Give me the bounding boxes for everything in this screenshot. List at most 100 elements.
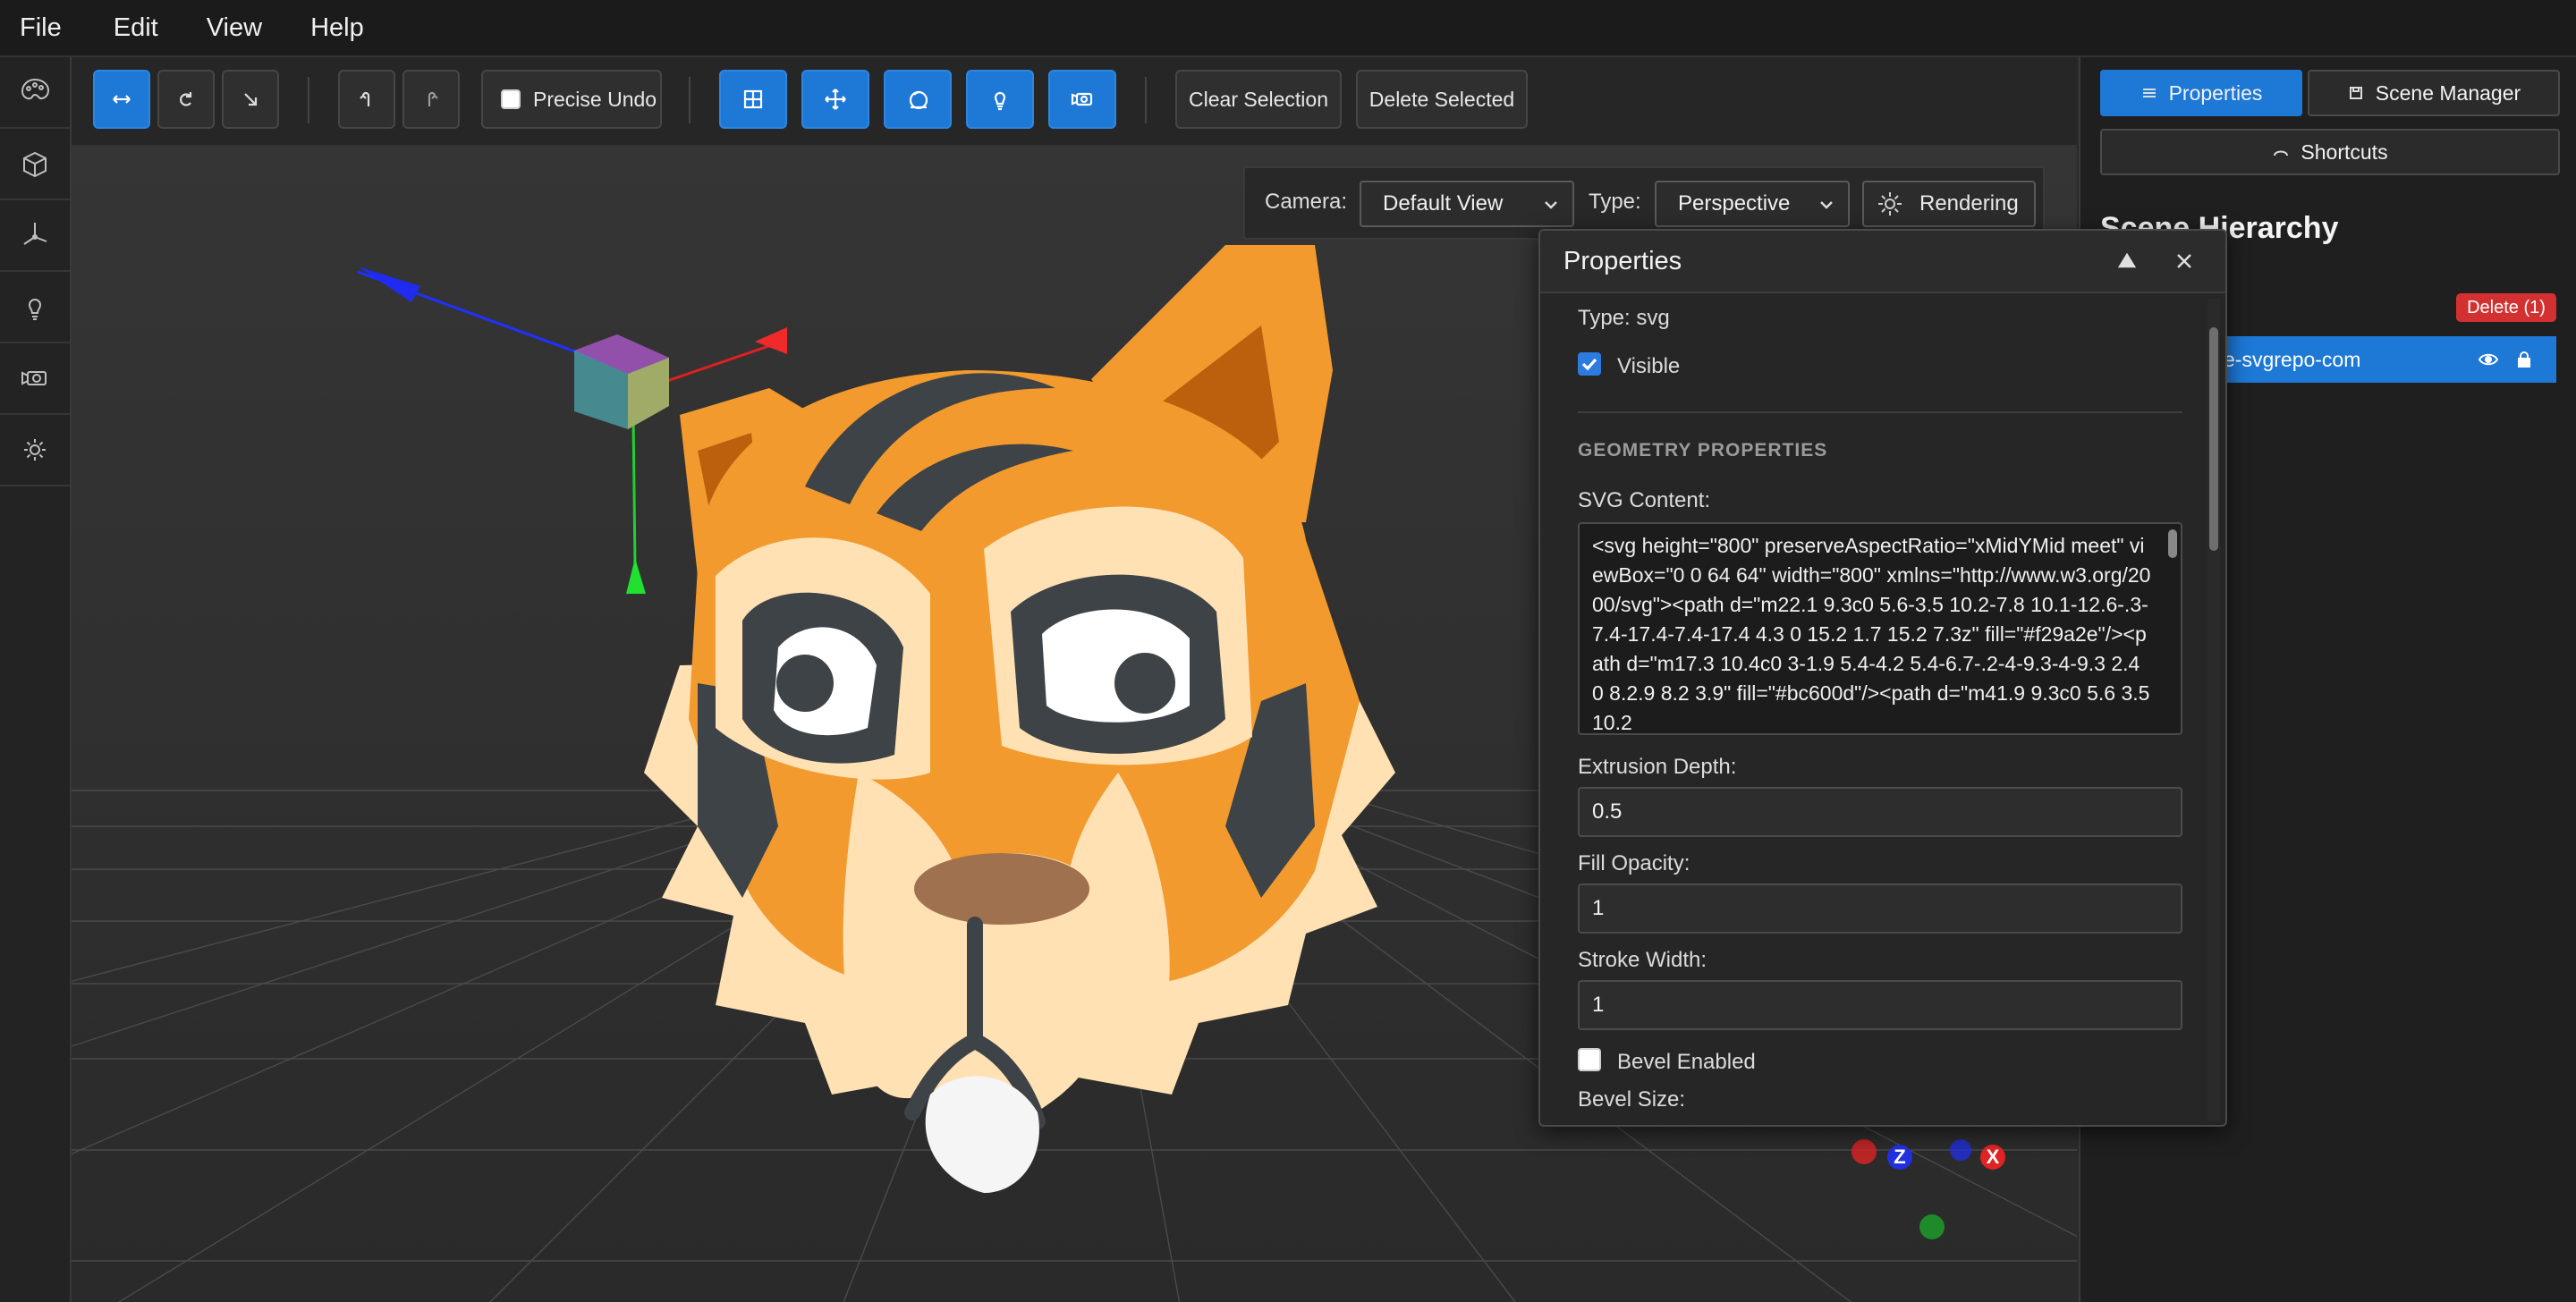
axis-icon (23, 223, 47, 245)
save-icon (2349, 87, 2362, 99)
light-icon (994, 91, 1006, 111)
tab-shortcuts-label: Shortcuts (2301, 140, 2388, 164)
bevel-enabled-checkbox[interactable] (1578, 1048, 1601, 1071)
triangle-up-icon (2117, 252, 2137, 268)
light-toggle-button[interactable] (966, 70, 1034, 129)
delete-badge-button[interactable]: Delete (1) (2456, 293, 2556, 322)
camera-icon (21, 371, 47, 385)
menu-file[interactable]: File (20, 13, 62, 43)
properties-window[interactable]: Properties Type: svg Visible GEOMETRY PR… (1538, 229, 2227, 1127)
extrusion-depth-value: 0.5 (1592, 799, 1623, 824)
undo-icon (360, 91, 370, 106)
move-tool-button[interactable] (93, 70, 150, 129)
delete-selected-label: Delete Selected (1368, 87, 1515, 111)
menu-edit[interactable]: Edit (114, 13, 158, 43)
stroke-width-value: 1 (1592, 993, 1605, 1017)
fill-opacity-input[interactable]: 1 (1578, 884, 2182, 934)
rotate-icon (180, 92, 192, 106)
menu-view[interactable]: View (207, 13, 262, 43)
sphere-button[interactable] (884, 70, 952, 129)
precise-undo-checkbox[interactable] (501, 89, 521, 109)
left-tool-rail (0, 57, 72, 1302)
clear-selection-label: Clear Selection (1189, 87, 1328, 111)
clear-selection-button[interactable]: Clear Selection (1175, 70, 1342, 129)
redo-icon (428, 91, 438, 106)
close-button[interactable] (2172, 249, 2197, 274)
collapse-button[interactable] (2114, 249, 2140, 274)
properties-window-title: Properties (1563, 247, 1682, 275)
rendering-label: Rendering (1919, 191, 2019, 216)
camera-select[interactable]: Default View (1360, 181, 1574, 227)
gear-icon (1878, 192, 1902, 216)
stroke-width-label: Stroke Width: (1578, 948, 1707, 972)
tab-shortcuts[interactable]: Shortcuts (2100, 129, 2560, 175)
fill-opacity-value: 1 (1592, 896, 1605, 920)
cube-button[interactable] (0, 129, 70, 200)
axis-button[interactable] (0, 200, 70, 272)
camera-select-value: Default View (1383, 191, 1504, 216)
camera-button[interactable] (0, 343, 70, 415)
rotate-tool-button[interactable] (157, 70, 215, 129)
axis-gizmo-z-label: Z (1894, 1146, 1906, 1168)
axis-gizmo-x[interactable]: X (1980, 1145, 2005, 1170)
svg-content-textarea[interactable]: <svg height="800" preserveAspectRatio="x… (1578, 522, 2182, 735)
properties-scrollbar[interactable] (2207, 299, 2220, 1121)
camera-type-select[interactable]: Perspective (1655, 181, 1850, 227)
settings-button[interactable] (0, 415, 70, 486)
lock-icon[interactable] (2513, 349, 2535, 370)
gear-icon (24, 439, 46, 461)
geometry-section-header: GEOMETRY PROPERTIES (1578, 440, 1828, 461)
visible-label: Visible (1617, 354, 1681, 378)
palette-button[interactable] (0, 57, 70, 129)
axes-move-button[interactable] (801, 70, 869, 129)
camera-toggle-button[interactable] (1048, 70, 1116, 129)
axis-gizmo-neg-z[interactable] (1950, 1139, 1971, 1161)
redo-button[interactable] (402, 70, 460, 129)
sphere-icon (909, 90, 928, 110)
scale-tool-button[interactable] (222, 70, 279, 129)
camera-type-value: Perspective (1678, 191, 1791, 216)
undo-button[interactable] (338, 70, 395, 129)
palette-icon (21, 78, 50, 100)
menu-help[interactable]: Help (310, 13, 364, 43)
stroke-width-input[interactable]: 1 (1578, 980, 2182, 1030)
chevron-down-icon (1542, 195, 1560, 213)
axis-gizmo-x-label: X (1986, 1146, 2000, 1168)
precise-undo-toggle[interactable]: Precise Undo (481, 70, 662, 129)
tab-scene-manager-label: Scene Manager (2375, 80, 2521, 105)
axis-gizmo-z[interactable]: Z (1887, 1145, 1912, 1170)
chevron-down-icon (1818, 195, 1835, 213)
sliders-icon (2142, 89, 2156, 97)
bevel-enabled-label: Bevel Enabled (1617, 1050, 1756, 1074)
rendering-button[interactable]: Rendering (1862, 181, 2036, 227)
axis-gizmo-neg-x[interactable] (1852, 1139, 1877, 1164)
cube-icon (23, 151, 47, 178)
menu-bar: File Edit View Help (0, 0, 2576, 57)
light-button[interactable] (0, 272, 70, 343)
svg-content-text: <svg height="800" preserveAspectRatio="x… (1592, 534, 2151, 734)
precise-undo-label: Precise Undo (533, 87, 657, 111)
bevel-size-label: Bevel Size: (1578, 1087, 1686, 1112)
keyboard-icon (2274, 150, 2289, 156)
eye-icon[interactable] (2478, 349, 2499, 370)
extrusion-depth-input[interactable]: 0.5 (1578, 787, 2182, 837)
tab-properties-label: Properties (2168, 80, 2263, 105)
properties-scrollbar-thumb[interactable] (2209, 327, 2218, 551)
tab-properties[interactable]: Properties (2100, 70, 2302, 116)
type-line: Type: svg (1578, 306, 1670, 330)
tab-scene-manager[interactable]: Scene Manager (2308, 70, 2560, 116)
camera-icon (1071, 92, 1093, 106)
delete-selected-button[interactable]: Delete Selected (1356, 70, 1528, 129)
grid-icon (743, 89, 763, 109)
svg-content-label: SVG Content: (1578, 488, 1711, 512)
checkmark-icon (1581, 358, 1597, 371)
camera-label: Camera: (1265, 190, 1348, 214)
scale-icon (244, 93, 258, 106)
toolbar: Precise Undo Clear Selection Delete Sele… (72, 57, 2077, 147)
visible-checkbox[interactable] (1578, 352, 1601, 376)
textarea-scrollbar[interactable] (2168, 529, 2177, 558)
fill-opacity-label: Fill Opacity: (1578, 851, 1690, 875)
axis-gizmo-y[interactable] (1919, 1214, 1945, 1239)
grid-toggle-button[interactable] (719, 70, 787, 129)
properties-window-header[interactable]: Properties (1540, 231, 2225, 293)
